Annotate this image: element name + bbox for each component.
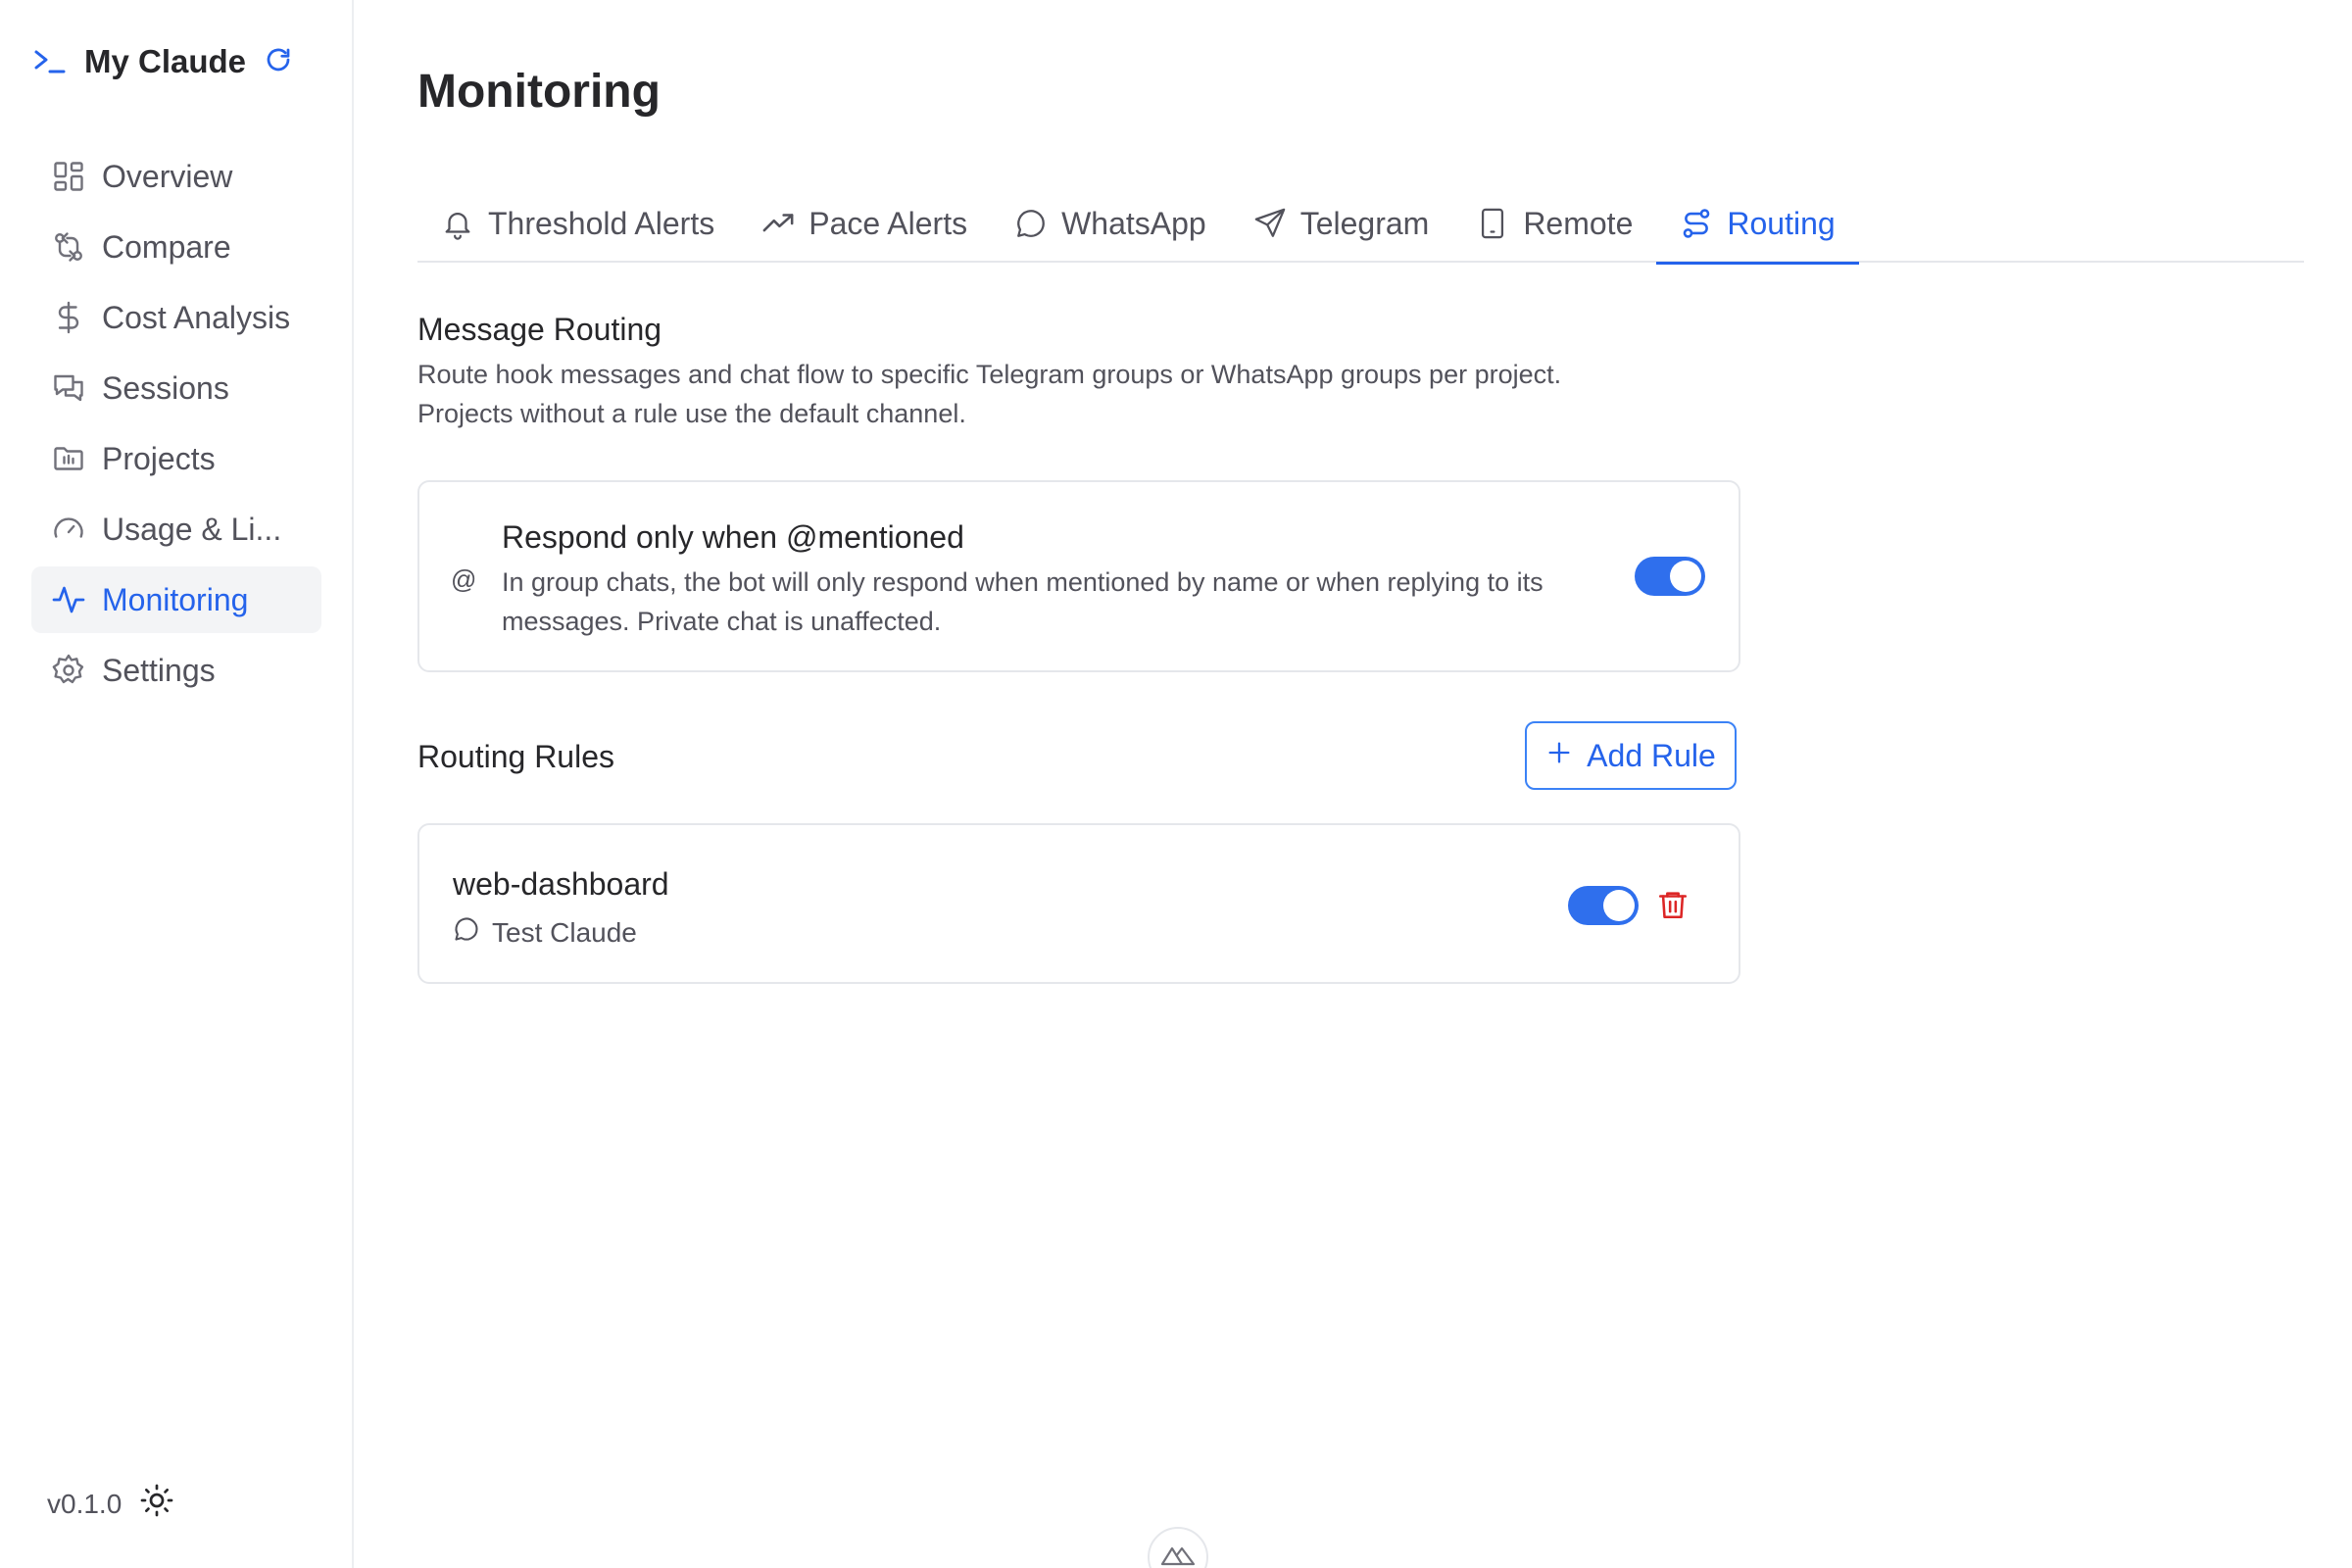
sidebar-item-settings[interactable]: Settings: [31, 637, 321, 704]
sidebar-item-monitoring[interactable]: Monitoring: [31, 566, 321, 633]
tab-label: WhatsApp: [1061, 205, 1206, 241]
message-circle-icon: [453, 915, 480, 950]
sidebar-nav: Overview Compare Cost Analysis Sessions …: [31, 143, 321, 708]
trash-icon[interactable]: [1656, 888, 1690, 926]
tab-remote[interactable]: Remote: [1452, 184, 1656, 263]
message-circle-icon: [1014, 207, 1048, 240]
rule-project-name: web-dashboard: [453, 866, 669, 902]
page-title: Monitoring: [417, 66, 661, 118]
tab-threshold-alerts[interactable]: Threshold Alerts: [417, 184, 738, 263]
sidebar-item-usage-limits[interactable]: Usage & Li...: [31, 496, 321, 563]
chat-bubbles-icon: [51, 370, 86, 406]
rule-target-label: Test Claude: [492, 916, 637, 948]
tab-bar: Threshold Alerts Pace Alerts WhatsApp Te…: [417, 184, 2304, 265]
sidebar-item-label: Cost Analysis: [102, 299, 291, 335]
sidebar-item-label: Usage & Li...: [102, 511, 282, 547]
route-icon: [1680, 207, 1713, 240]
mention-only-title: Respond only when @mentioned: [502, 519, 964, 555]
routing-rules-title: Routing Rules: [417, 739, 614, 774]
rule-target: Test Claude: [453, 915, 637, 950]
section-description-line: Projects without a rule use the default …: [417, 399, 966, 428]
grid-icon: [51, 159, 86, 194]
sidebar-item-label: Settings: [102, 652, 216, 688]
sidebar-item-compare[interactable]: Compare: [31, 214, 321, 280]
app-window: My Claude Overview Compare Cost Analysis…: [0, 0, 2352, 1568]
toggle-knob: [1670, 561, 1701, 592]
tab-label: Routing: [1727, 205, 1836, 241]
theme-sun-icon[interactable]: [139, 1483, 174, 1525]
version-footer: v0.1.0: [47, 1483, 174, 1525]
sidebar-item-label: Overview: [102, 158, 233, 194]
gear-icon: [51, 653, 86, 688]
git-compare-icon: [51, 229, 86, 265]
section-description-line: Route hook messages and chat flow to spe…: [417, 360, 1562, 389]
mention-description-line: messages. Private chat is unaffected.: [502, 607, 942, 636]
sidebar-item-label: Compare: [102, 228, 231, 265]
tablet-icon: [1476, 207, 1509, 240]
tab-label: Telegram: [1299, 205, 1430, 241]
sidebar-item-label: Sessions: [102, 369, 229, 406]
brand: My Claude: [33, 43, 293, 80]
dollar-icon: [51, 300, 86, 335]
sidebar-item-label: Projects: [102, 440, 216, 476]
sidebar-item-label: Monitoring: [102, 581, 249, 617]
routing-rule-card: web-dashboard Test Claude: [417, 823, 1740, 984]
at-sign-icon: @: [451, 564, 477, 594]
tab-pace-alerts[interactable]: Pace Alerts: [738, 184, 991, 263]
gauge-icon: [51, 512, 86, 547]
section-description: Route hook messages and chat flow to spe…: [417, 355, 1789, 433]
sidebar: My Claude Overview Compare Cost Analysis…: [0, 0, 354, 1568]
bell-icon: [441, 207, 474, 240]
trending-up-icon: [761, 207, 795, 240]
app-title: My Claude: [84, 43, 247, 79]
plus-icon: [1545, 738, 1573, 774]
mention-only-card: @ Respond only when @mentioned In group …: [417, 480, 1740, 672]
devtools-badge[interactable]: [1148, 1527, 1208, 1568]
mention-description-line: In group chats, the bot will only respon…: [502, 567, 1544, 597]
terminal-prompt-icon: [33, 47, 67, 76]
send-icon: [1253, 207, 1287, 240]
activity-icon: [51, 582, 86, 617]
main-content: Monitoring Threshold Alerts Pace Alerts …: [354, 0, 2352, 1568]
add-rule-button[interactable]: Add Rule: [1525, 721, 1737, 790]
tab-telegram[interactable]: Telegram: [1230, 184, 1453, 263]
tab-whatsapp[interactable]: WhatsApp: [991, 184, 1230, 263]
section-title: Message Routing: [417, 312, 662, 347]
sidebar-item-overview[interactable]: Overview: [31, 143, 321, 210]
add-rule-label: Add Rule: [1587, 737, 1716, 773]
sidebar-item-cost-analysis[interactable]: Cost Analysis: [31, 284, 321, 351]
tab-routing[interactable]: Routing: [1656, 184, 1859, 265]
tab-label: Threshold Alerts: [488, 205, 715, 241]
sidebar-item-projects[interactable]: Projects: [31, 425, 321, 492]
folder-chart-icon: [51, 441, 86, 476]
version-label: v0.1.0: [47, 1488, 122, 1519]
refresh-icon[interactable]: [264, 45, 293, 79]
mention-only-toggle[interactable]: [1635, 557, 1705, 596]
tab-label: Remote: [1523, 205, 1634, 241]
sidebar-item-sessions[interactable]: Sessions: [31, 355, 321, 421]
rule-enabled-toggle[interactable]: [1568, 886, 1639, 925]
tab-label: Pace Alerts: [808, 205, 968, 241]
nuxt-logo-icon: [1160, 1543, 1196, 1568]
toggle-knob: [1603, 890, 1635, 921]
mention-only-description: In group chats, the bot will only respon…: [502, 563, 1658, 641]
